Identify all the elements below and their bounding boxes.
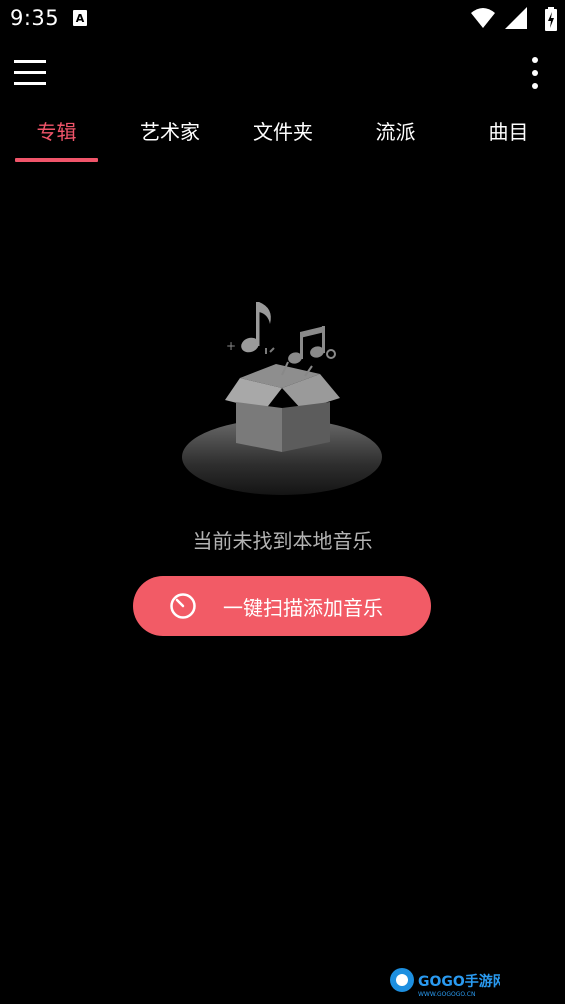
tab-genres[interactable]: 流派 (354, 118, 437, 158)
a-letter-icon: A (73, 10, 87, 26)
active-tab-indicator (15, 158, 98, 162)
svg-text:A: A (76, 12, 85, 25)
hamburger-menu-icon[interactable] (14, 58, 46, 88)
signal-icon (505, 7, 527, 29)
more-vertical-icon[interactable] (527, 56, 543, 90)
app-screen: 9:35 A 专辑 艺术家 文件夹 流派 曲目 + 当前未找到本地音乐 一键扫描… (0, 0, 565, 1004)
battery-charging-icon (545, 7, 557, 31)
category-tabs: 专辑 艺术家 文件夹 流派 曲目 (0, 110, 565, 166)
svg-text:GOGO手游网: GOGO手游网 (418, 973, 500, 990)
tab-folders[interactable]: 文件夹 (240, 118, 326, 158)
empty-state-message: 当前未找到本地音乐 (192, 529, 373, 553)
tab-albums[interactable]: 专辑 (15, 118, 98, 158)
music-box-empty-icon: + (182, 302, 382, 495)
scan-button-label: 一键扫描添加音乐 (223, 596, 383, 620)
status-bar: 9:35 A (0, 0, 565, 38)
app-bar (0, 38, 565, 110)
status-time: 9:35 (10, 6, 60, 30)
tab-artists[interactable]: 艺术家 (127, 118, 213, 158)
scan-timer-icon (170, 593, 196, 619)
svg-text:WWW.GOGOGO.CN: WWW.GOGOGO.CN (418, 991, 475, 998)
svg-text:+: + (226, 339, 236, 353)
gogo-watermark-logo: GOGO手游网 WWW.GOGOGO.CN (390, 968, 500, 998)
wifi-icon (471, 8, 495, 28)
tab-tracks[interactable]: 曲目 (467, 118, 550, 158)
scan-add-music-button[interactable]: 一键扫描添加音乐 (133, 576, 431, 636)
